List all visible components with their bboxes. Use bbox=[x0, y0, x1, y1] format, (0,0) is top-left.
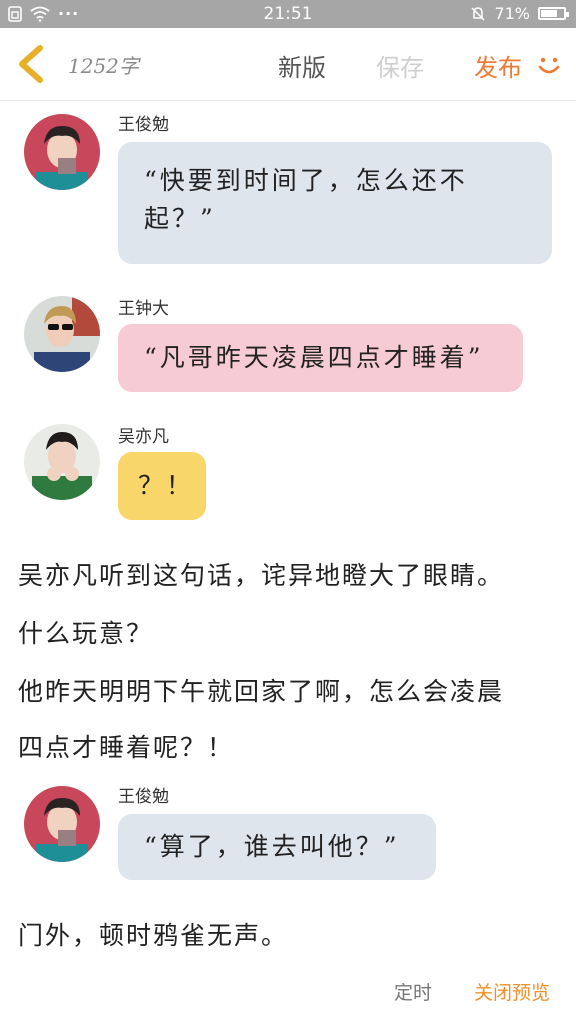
chevron-left-icon bbox=[19, 45, 43, 83]
battery-level bbox=[541, 10, 557, 17]
narration-line: 吴亦凡听到这句话，诧异地瞪大了眼睛。 bbox=[18, 561, 505, 590]
smile-icon[interactable] bbox=[536, 52, 562, 78]
boy-red-avatar-icon bbox=[24, 786, 100, 862]
status-bar: ··· 21:51 71% bbox=[0, 0, 576, 28]
message-bubble: ？！ bbox=[118, 452, 206, 520]
word-count: 1252字 bbox=[68, 54, 139, 78]
battery-percent: 71% bbox=[494, 4, 530, 23]
message-bubble: “算了，谁去叫他？” bbox=[118, 814, 436, 880]
save-button[interactable]: 保存 bbox=[376, 48, 424, 83]
avatar[interactable] bbox=[24, 296, 100, 372]
narration-line: 门外，顿时鸦雀无声。 bbox=[18, 921, 289, 950]
avatar[interactable] bbox=[24, 424, 100, 500]
mute-bell-icon bbox=[471, 6, 485, 21]
battery-icon bbox=[538, 7, 569, 20]
narration-line: 什么玩意？ bbox=[18, 619, 154, 648]
sender-name: 王俊勉 bbox=[118, 787, 169, 807]
narration-line: 四点才睡着呢？！ bbox=[18, 733, 235, 762]
close-preview-button[interactable]: 关闭预览 bbox=[474, 978, 550, 1005]
publish-button[interactable]: 发布 bbox=[474, 48, 522, 83]
message-bubble: “凡哥昨天凌晨四点才睡着” bbox=[118, 324, 523, 392]
avatar[interactable] bbox=[24, 786, 100, 862]
narration-line: 他昨天明明下午就回家了啊，怎么会凌晨 bbox=[18, 677, 505, 706]
sender-name: 王钟大 bbox=[118, 299, 169, 319]
back-button[interactable] bbox=[14, 42, 50, 86]
boy-red-avatar-icon bbox=[24, 114, 100, 190]
timer-button[interactable]: 定时 bbox=[394, 978, 432, 1005]
boy-green-avatar-icon bbox=[24, 424, 100, 500]
editor-toolbar: 1252字 新版 保存 发布 bbox=[0, 28, 576, 101]
sender-name: 王俊勉 bbox=[118, 115, 169, 135]
message-bubble: “快要到时间了，怎么还不起？” bbox=[118, 142, 552, 264]
status-right-icons: 71% bbox=[470, 4, 569, 23]
boy-sunglasses-avatar-icon bbox=[24, 296, 100, 372]
sender-name: 吴亦凡 bbox=[118, 427, 169, 447]
new-version-button[interactable]: 新版 bbox=[278, 48, 326, 83]
avatar[interactable] bbox=[24, 114, 100, 190]
